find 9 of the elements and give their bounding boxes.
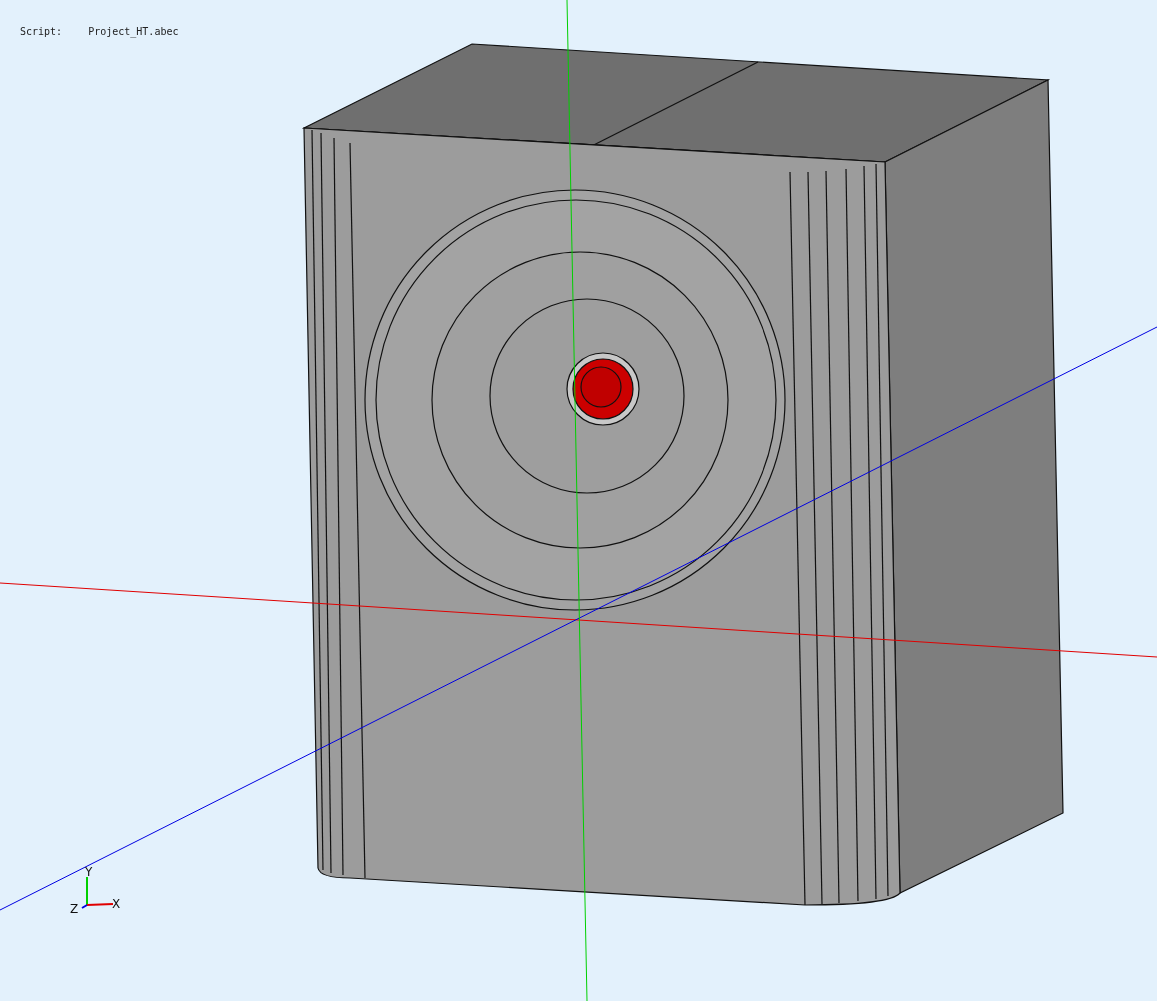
3d-viewport[interactable]: Script: Project_HT.abec X Y Z [0,0,1157,1001]
triad-x-label: X [112,897,121,911]
script-file-name: Project_HT.abec [88,26,179,37]
triad-x-axis [86,903,114,906]
triad-y-label: Y [85,865,93,879]
triad-y-axis [86,876,88,906]
script-label: Script: [20,26,63,37]
triad-z-label: Z [70,902,79,916]
triad-z-axis [81,904,88,909]
